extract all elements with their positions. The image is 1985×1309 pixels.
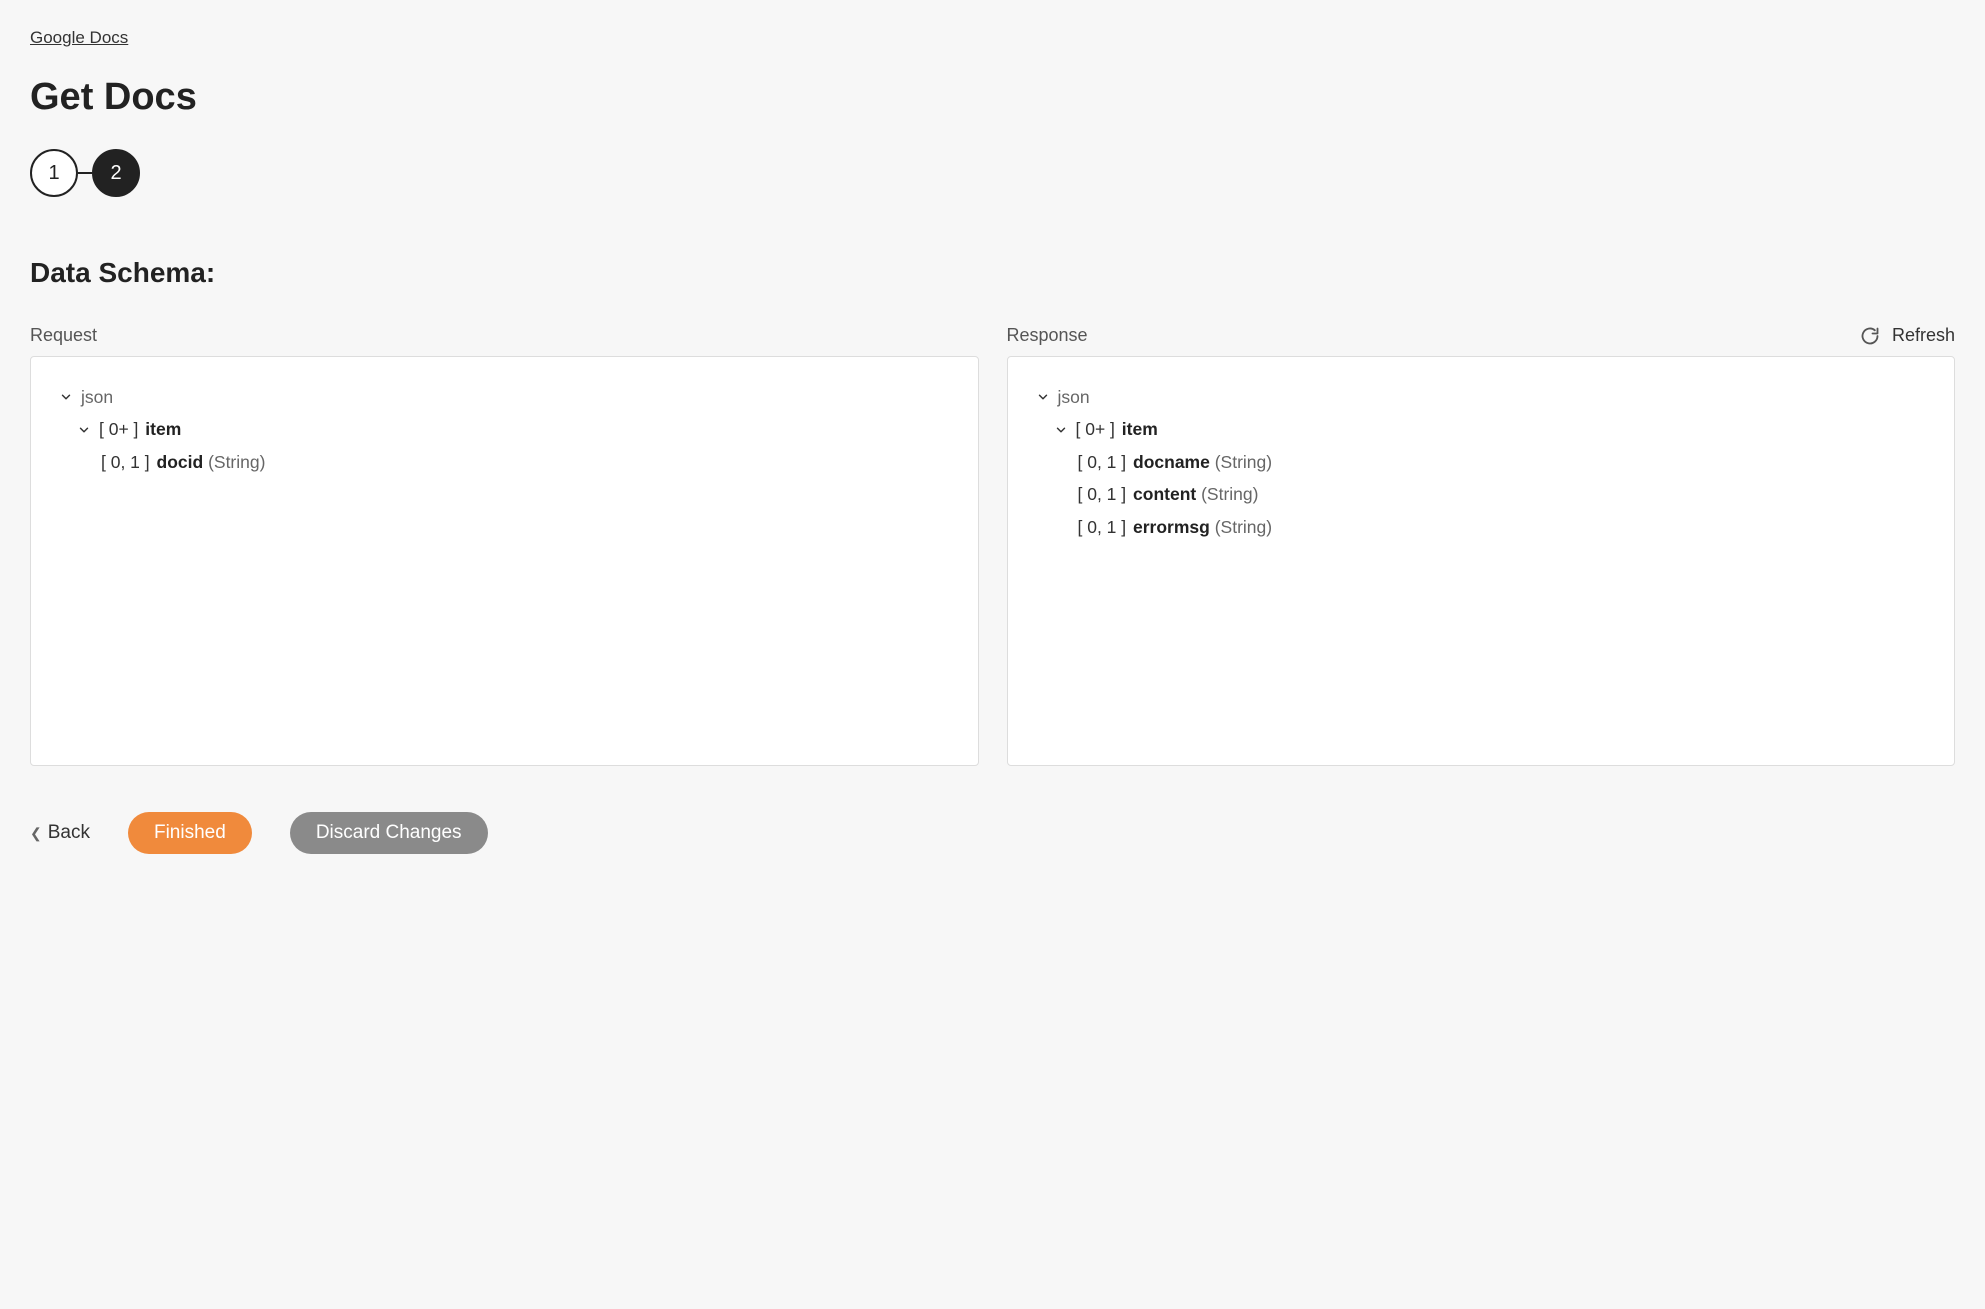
finished-button[interactable]: Finished (128, 812, 252, 854)
request-root-label: json (81, 381, 113, 413)
request-root-row[interactable]: json (59, 381, 950, 413)
response-field-type: (String) (1201, 484, 1258, 504)
response-field-cardinality: [ 0, 1 ] (1078, 484, 1127, 504)
stepper: 1 2 (30, 149, 1955, 197)
footer-actions: ❮ Back Finished Discard Changes (30, 812, 1955, 854)
response-panel: json [ 0+ ] item [ 0, 1 ] docname (Strin… (1007, 356, 1956, 766)
response-field-cardinality: [ 0, 1 ] (1078, 452, 1127, 472)
response-field-name: docname (1133, 452, 1210, 472)
response-field-name: content (1133, 484, 1196, 504)
step-1[interactable]: 1 (30, 149, 78, 197)
chevron-down-icon (77, 423, 91, 437)
response-field-row[interactable]: [ 0, 1 ] errormsg (String) (1078, 511, 1927, 543)
chevron-down-icon (1036, 390, 1050, 404)
back-button[interactable]: ❮ Back (30, 822, 90, 844)
back-label: Back (48, 822, 90, 844)
response-field-name: errormsg (1133, 517, 1210, 537)
section-title: Data Schema: (30, 257, 1955, 289)
response-root-label: json (1058, 381, 1090, 413)
refresh-button[interactable]: Refresh (1860, 325, 1955, 346)
response-root-row[interactable]: json (1036, 381, 1927, 413)
response-field-row[interactable]: [ 0, 1 ] content (String) (1078, 478, 1927, 510)
refresh-label: Refresh (1892, 325, 1955, 346)
breadcrumb-link[interactable]: Google Docs (30, 28, 128, 48)
request-panel: json [ 0+ ] item [ 0, 1 ] docid (String) (30, 356, 979, 766)
request-header: Request (30, 325, 97, 345)
response-field-type: (String) (1215, 452, 1272, 472)
response-field-row[interactable]: [ 0, 1 ] docname (String) (1078, 446, 1927, 478)
request-field-type: (String) (208, 452, 265, 472)
chevron-down-icon (59, 390, 73, 404)
step-2[interactable]: 2 (92, 149, 140, 197)
discard-changes-button[interactable]: Discard Changes (290, 812, 488, 854)
chevron-down-icon (1054, 423, 1068, 437)
request-item-cardinality: [ 0+ ] (99, 419, 138, 439)
request-item-row[interactable]: [ 0+ ] item (77, 413, 950, 445)
request-field-row[interactable]: [ 0, 1 ] docid (String) (101, 446, 950, 478)
request-field-cardinality: [ 0, 1 ] (101, 452, 150, 472)
page-title: Get Docs (30, 76, 1955, 119)
request-item-name: item (145, 419, 181, 439)
response-item-row[interactable]: [ 0+ ] item (1054, 413, 1927, 445)
step-connector (78, 172, 92, 174)
response-field-type: (String) (1215, 517, 1272, 537)
response-item-cardinality: [ 0+ ] (1076, 419, 1115, 439)
response-field-cardinality: [ 0, 1 ] (1078, 517, 1127, 537)
response-header: Response (1007, 325, 1088, 346)
response-item-name: item (1122, 419, 1158, 439)
chevron-left-icon: ❮ (30, 825, 42, 842)
request-field-name: docid (157, 452, 204, 472)
refresh-icon (1860, 326, 1880, 346)
